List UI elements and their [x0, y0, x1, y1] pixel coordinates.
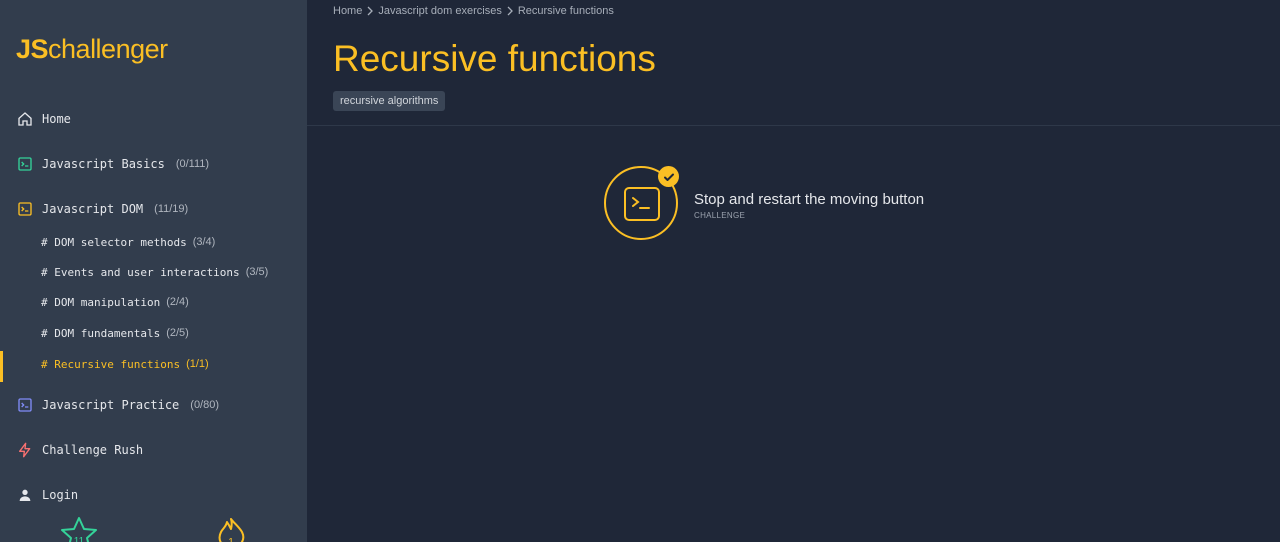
sidebar-item-challenge-rush[interactable]: Challenge Rush [17, 439, 143, 461]
terminal-icon [18, 157, 32, 171]
flame-badge-icon: 1 [218, 518, 245, 542]
sidebar-subitem-dom-fundamentals[interactable]: # DOM fundamentals (2/5) [41, 323, 189, 343]
user-icon [19, 489, 31, 501]
terminal-icon [624, 187, 660, 221]
flame-badge-value: 1 [228, 537, 234, 542]
home-icon [18, 112, 32, 126]
breadcrumb-javascript-dom-exercises[interactable]: Javascript dom exercises [378, 5, 502, 17]
star-badge-value: 11 [74, 536, 85, 542]
sidebar-item-label: Challenge Rush [42, 443, 144, 457]
chevron-right-icon [507, 6, 513, 16]
sidebar-item-javascript-dom[interactable]: Javascript DOM (11/19) [17, 198, 188, 220]
sidebar-subitem-label: # DOM fundamentals [41, 326, 161, 340]
sidebar-subitem-label: # Events and user interactions [41, 265, 240, 279]
progress-count: (11/19) [154, 203, 189, 215]
header-divider [307, 125, 1280, 126]
topic-tag[interactable]: recursive algorithms [333, 91, 446, 111]
progress-count: (3/5) [245, 266, 269, 278]
sidebar-item-javascript-practice[interactable]: Javascript Practice (0/80) [17, 394, 219, 416]
sidebar-subitem-recursive-functions[interactable]: # Recursive functions (1/1) [41, 354, 209, 374]
page-title: Recursive functions [333, 38, 656, 79]
progress-count: (2/5) [166, 327, 189, 339]
progress-count: (0/111) [175, 158, 210, 170]
completed-check-icon [658, 166, 679, 187]
chevron-right-icon [367, 6, 374, 16]
sidebar-item-javascript-basics[interactable]: Javascript Basics (0/111) [17, 153, 209, 175]
progress-count: (2/4) [166, 296, 189, 308]
breadcrumb-home[interactable]: Home [333, 5, 362, 17]
sidebar-item-label: Login [42, 488, 79, 502]
progress-count: (3/4) [192, 236, 216, 248]
terminal-icon [18, 398, 32, 412]
sidebar-item-label: Javascript Basics [42, 157, 165, 171]
sidebar-subitem-dom-manipulation[interactable]: # DOM manipulation (2/4) [41, 292, 189, 312]
breadcrumb-recursive-functions[interactable]: Recursive functions [518, 5, 614, 17]
star-badge-icon: 11 [61, 517, 97, 542]
sidebar-item-login[interactable]: Login [17, 484, 78, 506]
challenge-title: Stop and restart the moving button [694, 191, 925, 208]
challenge-type-label: CHALLENGE [694, 211, 746, 220]
active-indicator [0, 351, 3, 382]
challenge-card[interactable]: Stop and restart the moving button CHALL… [604, 166, 964, 242]
breadcrumb: Home Javascript dom exercises Recursive … [333, 5, 614, 17]
sidebar: JSchallenger Home Javascript Basics (0/1… [0, 0, 307, 542]
sidebar-item-label: Home [42, 112, 71, 126]
sidebar-item-label: Javascript Practice [42, 398, 180, 412]
sidebar-item-home[interactable]: Home [17, 108, 71, 130]
sidebar-subitem-dom-selector-methods[interactable]: # DOM selector methods (3/4) [41, 232, 215, 252]
progress-count: (1/1) [186, 358, 209, 370]
terminal-icon [18, 202, 32, 216]
lightning-icon [19, 442, 31, 458]
jschallenger-logo[interactable]: JSchallenger [16, 34, 168, 65]
sidebar-subitem-events-and-user-interactions[interactable]: # Events and user interactions (3/5) [41, 262, 268, 282]
sidebar-item-label: Javascript DOM [42, 202, 144, 216]
sidebar-subitem-label: # DOM manipulation [41, 295, 161, 309]
sidebar-subitem-label: # DOM selector methods [41, 235, 187, 249]
progress-count: (0/80) [190, 399, 220, 411]
sidebar-subitem-label: # Recursive functions [41, 357, 181, 371]
